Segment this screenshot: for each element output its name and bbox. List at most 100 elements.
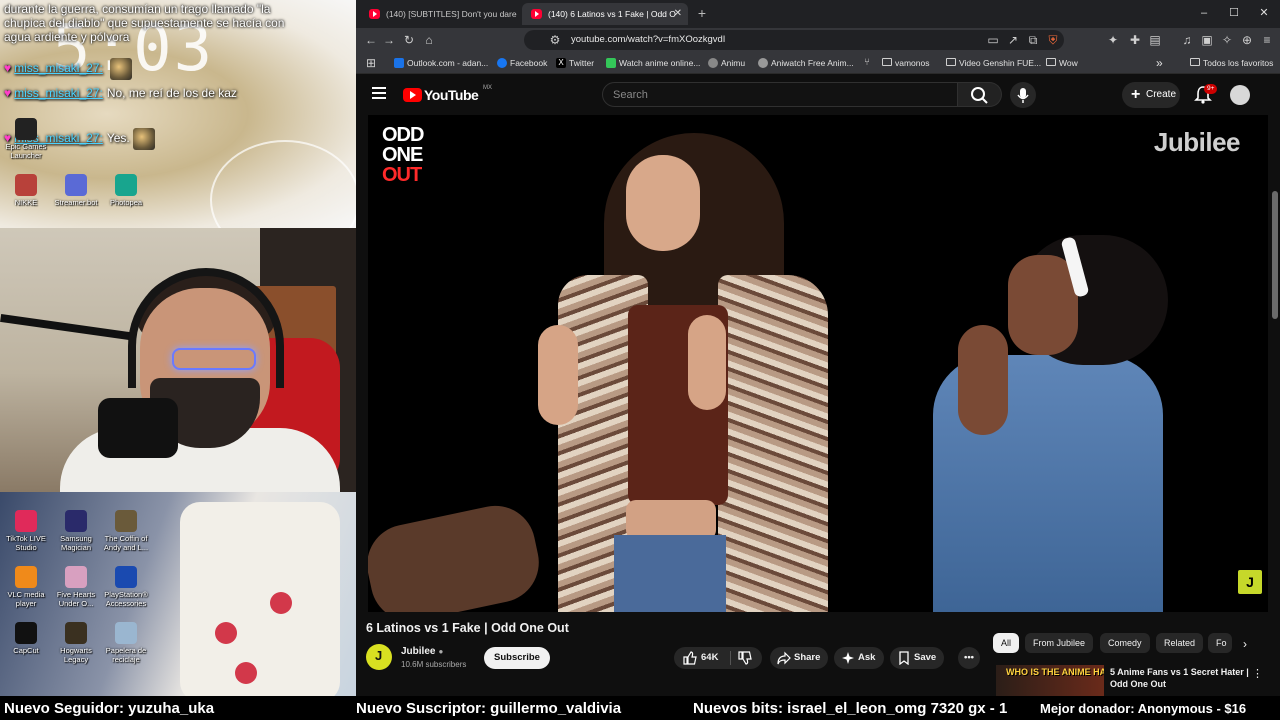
video-figure-jeans bbox=[614, 535, 726, 612]
extensions-puzzle-icon[interactable]: ✚ bbox=[1126, 31, 1144, 49]
desktop-icon-hogwarts-legacy[interactable]: Hogwarts Legacy bbox=[50, 622, 102, 664]
recommended-thumbnail[interactable]: WHO IS THE ANIME HATER? bbox=[996, 665, 1104, 696]
bookmark-animu[interactable]: Animu bbox=[708, 52, 745, 74]
chip-related[interactable]: Related bbox=[1156, 633, 1204, 653]
region-code: MX bbox=[483, 85, 492, 91]
search-input[interactable]: Search bbox=[602, 82, 958, 107]
ask-button[interactable]: Ask bbox=[834, 647, 884, 669]
pwa-icon[interactable]: ⧉ bbox=[1024, 31, 1042, 49]
maximize-button[interactable]: ☐ bbox=[1224, 4, 1244, 22]
desktop-icon-vlc[interactable]: VLC media player bbox=[0, 566, 52, 608]
share-label: Share bbox=[794, 652, 821, 663]
menu-icon[interactable]: ≡ bbox=[1258, 31, 1276, 49]
desktop-icon-five-hearts[interactable]: Five Hearts Under O... bbox=[50, 566, 102, 608]
video-figure-hand bbox=[688, 315, 726, 410]
channel-avatar[interactable] bbox=[366, 644, 392, 670]
close-tab-icon[interactable]: ✕ bbox=[674, 3, 682, 25]
desktop-icon-label: NIKKE bbox=[14, 198, 38, 207]
desktop-icon-nikke[interactable]: NIKKE bbox=[0, 174, 52, 207]
share-icon bbox=[777, 651, 791, 665]
folder-icon bbox=[946, 58, 956, 66]
desktop-icon-recycle-bin[interactable]: Papelera de reciclaje bbox=[100, 622, 152, 664]
tab-subtitles-video[interactable]: (140) [SUBTITLES] Don't you dare for bbox=[360, 3, 518, 25]
save-button[interactable]: Save bbox=[890, 647, 944, 669]
minimize-button[interactable]: – bbox=[1194, 4, 1214, 22]
media-icon[interactable]: ♫ bbox=[1178, 31, 1196, 49]
desktop-icon-playstation-accessories[interactable]: PlayStation® Accessories bbox=[100, 566, 152, 608]
voice-search-button[interactable] bbox=[1010, 82, 1036, 108]
bookmark-twitter[interactable]: X Twitter bbox=[556, 52, 594, 74]
vpn-icon[interactable]: ⊕ bbox=[1238, 31, 1256, 49]
bookmark-outlook[interactable]: Outlook.com - adan... bbox=[394, 52, 488, 74]
extension-icon[interactable]: ✦ bbox=[1104, 31, 1122, 49]
more-actions-button[interactable]: ••• bbox=[958, 647, 980, 669]
create-button[interactable]: + Create bbox=[1122, 82, 1180, 108]
like-count[interactable]: 64K bbox=[701, 647, 718, 669]
thumbs-down-icon[interactable] bbox=[738, 651, 752, 665]
desktop-icon-samsung-magician[interactable]: Samsung Magician bbox=[50, 510, 102, 552]
desktop-icon-tiktok-live[interactable]: TikTok LIVE Studio bbox=[0, 510, 52, 552]
tab-latinos-video[interactable]: (140) 6 Latinos vs 1 Fake | Odd O ✕ bbox=[522, 3, 688, 25]
bookmark-folder-vamonos[interactable]: vamonos bbox=[882, 52, 930, 74]
share-button[interactable]: Share bbox=[770, 647, 828, 669]
subscribe-button[interactable]: Subscribe bbox=[484, 647, 550, 669]
all-bookmarks-button[interactable]: Todos los favoritos bbox=[1190, 52, 1273, 74]
bookmark-aniwatch[interactable]: Aniwatch Free Anim... bbox=[758, 52, 854, 74]
home-icon[interactable]: ⌂ bbox=[420, 31, 438, 49]
page-scrollbar[interactable] bbox=[1272, 191, 1278, 319]
bookmark-folder-genshin[interactable]: Video Genshin FUE... bbox=[946, 52, 1041, 74]
forward-arrow-icon[interactable]: → bbox=[380, 31, 398, 49]
heart-icon: ♥ bbox=[4, 86, 12, 100]
logo-line: OUT bbox=[382, 164, 422, 186]
channel-name[interactable]: Jubilee ● bbox=[401, 646, 443, 657]
back-arrow-icon[interactable]: ← bbox=[362, 31, 380, 49]
logo-line: ONE bbox=[382, 144, 423, 166]
bookmark-watch-anime[interactable]: Watch anime online... bbox=[606, 52, 700, 74]
desktop-icon-streamerbot[interactable]: Streamer.bot bbox=[50, 174, 102, 207]
bookmark-folder-wow[interactable]: Wow bbox=[1046, 52, 1078, 74]
five-hearts-icon bbox=[65, 566, 87, 588]
channel-watermark-icon[interactable]: J bbox=[1238, 570, 1262, 594]
wallet-icon[interactable]: ▣ bbox=[1198, 31, 1216, 49]
hamburger-menu-icon[interactable] bbox=[372, 87, 386, 99]
address-bar[interactable]: ⚙ youtube.com/watch?v=fmXOozkgvdI ▭ ↗ ⧉ … bbox=[524, 30, 1064, 50]
close-window-button[interactable]: ✕ bbox=[1254, 4, 1274, 22]
brave-shield-icon[interactable]: ⛨ bbox=[1044, 31, 1062, 49]
browser-window: (140) [SUBTITLES] Don't you dare for (14… bbox=[356, 0, 1280, 696]
emote-icon bbox=[132, 128, 155, 150]
chip-comedy[interactable]: Comedy bbox=[1100, 633, 1150, 653]
ticker-new-follower: Nuevo Seguidor: yuzuha_uka bbox=[4, 700, 215, 717]
ai-icon[interactable]: ✧ bbox=[1218, 31, 1236, 49]
recommended-menu-icon[interactable]: ⋮ bbox=[1252, 667, 1263, 680]
apps-grid-icon[interactable]: ⊞ bbox=[362, 54, 380, 72]
epic-games-icon bbox=[15, 118, 37, 140]
desktop-icon-coffin-of-andy[interactable]: The Coffin of Andy and L... bbox=[100, 510, 152, 552]
chip-from-jubilee[interactable]: From Jubilee bbox=[1025, 633, 1094, 653]
share-page-icon[interactable]: ↗ bbox=[1004, 31, 1022, 49]
bookmark-label: Twitter bbox=[569, 58, 595, 68]
desktop-icon-epic-games[interactable]: Epic Games Launcher bbox=[0, 118, 52, 160]
video-player[interactable]: ODD ONE OUT Jubilee J bbox=[368, 115, 1268, 612]
sidebar-icon[interactable]: ▤ bbox=[1146, 31, 1164, 49]
channel-name-text: Jubilee bbox=[401, 646, 436, 657]
bookmark-facebook[interactable]: Facebook bbox=[497, 52, 547, 74]
folder-icon bbox=[1190, 58, 1200, 66]
desktop-icon-capcut[interactable]: CapCut bbox=[0, 622, 52, 655]
like-dislike-group: 64K bbox=[674, 647, 762, 669]
reload-icon[interactable]: ↻ bbox=[400, 31, 418, 49]
account-avatar[interactable] bbox=[1230, 85, 1250, 105]
desktop-icon-photopea[interactable]: Photopea bbox=[100, 174, 152, 207]
tab-groups-icon[interactable]: ⑂ bbox=[858, 54, 876, 72]
recommended-title[interactable]: 5 Anime Fans vs 1 Secret Hater | Odd One… bbox=[1110, 666, 1260, 690]
bookmarks-overflow-button[interactable]: » bbox=[1156, 52, 1163, 74]
chevron-right-icon[interactable]: › bbox=[1236, 635, 1254, 653]
thumbs-up-icon[interactable] bbox=[683, 651, 697, 665]
stream-overlay: 5:03 durante la guerra, consumían un tra… bbox=[0, 0, 356, 696]
new-tab-button[interactable]: + bbox=[694, 5, 710, 21]
install-app-icon[interactable]: ▭ bbox=[984, 31, 1002, 49]
search-button[interactable] bbox=[958, 82, 1002, 107]
site-info-icon[interactable]: ⚙ bbox=[546, 31, 564, 49]
url-text[interactable]: youtube.com/watch?v=fmXOozkgvdI bbox=[571, 30, 725, 50]
chip-more[interactable]: Fo bbox=[1208, 633, 1232, 653]
chip-all[interactable]: All bbox=[993, 633, 1020, 653]
